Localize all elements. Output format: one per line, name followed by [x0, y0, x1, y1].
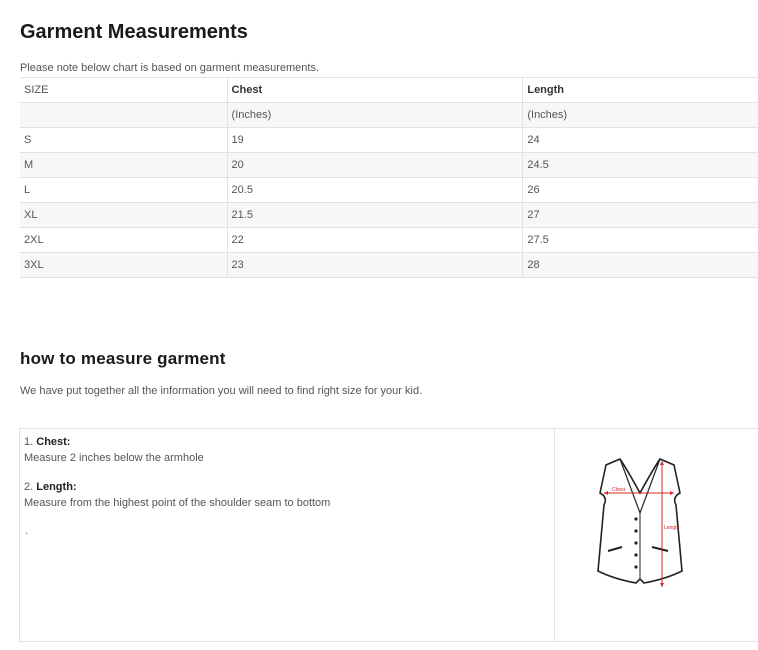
cell-size: 2XL [20, 227, 228, 253]
cell-size: S [20, 127, 228, 153]
vest-button [634, 529, 638, 533]
table-row: XL 21.5 27 [20, 202, 758, 228]
cell-chest: 22 [226, 227, 523, 253]
table-header-row: SIZE Chest Length [20, 77, 758, 103]
length-arrow-bottom [660, 583, 664, 587]
step-number: 2. [24, 481, 34, 493]
trailing-mark: . [25, 525, 29, 537]
how-to-measure-title: how to measure garment [20, 349, 226, 368]
unit-chest: (Inches) [226, 102, 523, 128]
size-chart-table: SIZE Chest Length (Inches) (Inches) S 19… [20, 77, 758, 278]
vest-button [634, 541, 638, 545]
vest-button [634, 517, 638, 521]
cell-length: 26 [522, 177, 758, 203]
vest-button [634, 553, 638, 557]
cell-length: 24.5 [522, 152, 758, 178]
step-text: Measure 2 inches below the armhole [24, 452, 204, 464]
cell-size: XL [20, 202, 228, 228]
step-label: Length: [36, 481, 77, 493]
units-row: (Inches) (Inches) [20, 102, 758, 128]
cell-chest: 19 [226, 127, 523, 153]
unit-length: (Inches) [522, 102, 758, 128]
instruction-length: 2. Length: Measure from the highest poin… [24, 479, 330, 511]
instructions-panel: 1. Chest: Measure 2 inches below the arm… [20, 429, 555, 641]
cell-length: 27.5 [522, 227, 758, 253]
garment-measurements-title: Garment Measurements [20, 21, 248, 43]
step-label: Chest: [36, 436, 71, 448]
measure-guide-box: 1. Chest: Measure 2 inches below the arm… [19, 428, 758, 642]
table-row: L 20.5 26 [20, 177, 758, 203]
cell-size: 3XL [20, 252, 228, 278]
step-number: 1. [24, 436, 34, 448]
chest-diagram-label: Chest [612, 487, 626, 493]
chart-note: Please note below chart is based on garm… [20, 62, 319, 74]
how-to-measure-intro: We have put together all the information… [20, 385, 423, 397]
table-row: S 19 24 [20, 127, 758, 153]
vest-button [634, 565, 638, 569]
header-size: SIZE [20, 77, 228, 103]
cell-chest: 20.5 [226, 177, 523, 203]
cell-size: M [20, 152, 228, 178]
cell-size: L [20, 177, 228, 203]
header-chest: Chest [226, 77, 523, 103]
unit-size [20, 102, 228, 128]
cell-length: 27 [522, 202, 758, 228]
cell-chest: 21.5 [226, 202, 523, 228]
header-length: Length [522, 77, 758, 103]
instruction-chest: 1. Chest: Measure 2 inches below the arm… [24, 434, 204, 466]
step-text: Measure from the highest point of the sh… [24, 497, 331, 509]
length-diagram-label: Length [664, 525, 680, 531]
cell-length: 28 [522, 252, 758, 278]
cell-chest: 20 [226, 152, 523, 178]
cell-chest: 23 [226, 252, 523, 278]
table-row: M 20 24.5 [20, 152, 758, 178]
table-row: 2XL 22 27.5 [20, 227, 758, 253]
vest-diagram-icon: Chest Length [597, 458, 683, 587]
table-row: 3XL 23 28 [20, 252, 758, 278]
cell-length: 24 [522, 127, 758, 153]
